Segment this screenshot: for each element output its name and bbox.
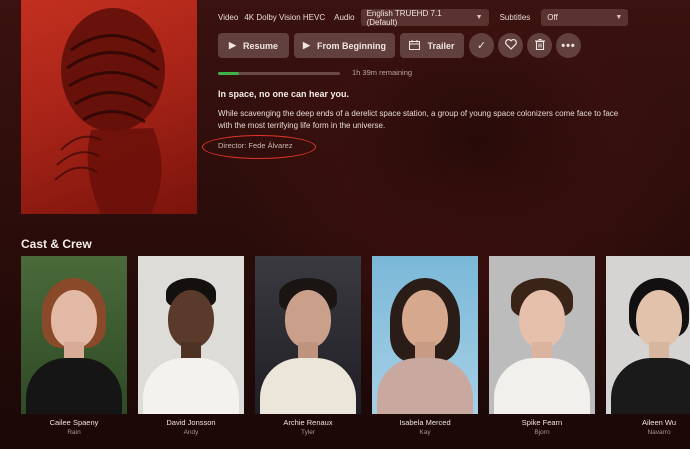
cast-card[interactable]: Cailee Spaeny Rain — [21, 256, 127, 436]
action-bar: ▶ Resume ▶ From Beginning Trailer ✓ ••• — [218, 33, 585, 58]
more-options-button[interactable]: ••• — [556, 33, 581, 58]
cast-name: Spike Fearn — [521, 418, 563, 427]
progress-fill — [218, 72, 239, 75]
cast-photo — [372, 256, 478, 414]
from-beginning-label: From Beginning — [316, 40, 386, 51]
trailer-button[interactable]: Trailer — [400, 33, 464, 58]
cast-role: Kay — [419, 429, 431, 436]
more-icon: ••• — [561, 39, 576, 52]
audio-select[interactable]: English TRUEHD 7.1 (Default) ▼ — [360, 8, 489, 27]
check-icon: ✓ — [476, 40, 487, 52]
cast-card[interactable]: Isabela Merced Kay — [372, 256, 478, 436]
chevron-down-icon: ▼ — [615, 14, 623, 21]
heart-icon — [504, 38, 517, 53]
calendar-icon — [409, 39, 421, 52]
movie-poster[interactable] — [21, 0, 197, 214]
media-info-bar: Video 4K Dolby Vision HEVC Audio English… — [218, 8, 629, 27]
cast-list: Cailee Spaeny Rain David Jonsson Andy Ar… — [21, 256, 690, 436]
cast-photo — [255, 256, 361, 414]
audio-label: Audio — [334, 13, 355, 22]
cast-photo — [21, 256, 127, 414]
progress-bar — [218, 72, 340, 75]
cast-name: David Jonsson — [166, 418, 216, 427]
trailer-label: Trailer — [427, 40, 455, 51]
restart-icon: ▶ — [303, 40, 310, 50]
subtitles-select[interactable]: Off ▼ — [541, 9, 629, 26]
cast-name: Cailee Spaeny — [49, 418, 99, 427]
tagline: In space, no one can hear you. — [218, 89, 350, 99]
favorite-button[interactable] — [498, 33, 523, 58]
cast-role: Navarro — [647, 429, 671, 436]
cast-name: Isabela Merced — [399, 418, 451, 427]
from-beginning-button[interactable]: ▶ From Beginning — [294, 33, 395, 58]
video-value: 4K Dolby Vision HEVC — [244, 13, 326, 22]
cast-card[interactable]: David Jonsson Andy — [138, 256, 244, 436]
delete-button[interactable] — [527, 33, 552, 58]
cast-role: Andy — [183, 429, 199, 436]
subtitles-select-value: Off — [547, 13, 558, 22]
summary: While scavenging the deep ends of a dere… — [218, 109, 619, 130]
remaining-time: 1h 39m remaining — [352, 68, 413, 77]
play-icon: ▶ — [229, 40, 236, 50]
subtitles-label: Subtitles — [499, 13, 531, 22]
resume-label: Resume — [242, 40, 278, 51]
mark-watched-button[interactable]: ✓ — [469, 33, 494, 58]
cast-card[interactable]: Aileen Wu Navarro — [606, 256, 690, 436]
cast-name: Aileen Wu — [641, 418, 677, 427]
resume-button[interactable]: ▶ Resume — [218, 33, 289, 58]
cast-role: Tyler — [300, 429, 316, 436]
cast-role: Bjorn — [534, 429, 550, 436]
cast-heading: Cast & Crew — [21, 237, 92, 251]
video-label: Video — [218, 13, 239, 22]
cast-card[interactable]: Spike Fearn Bjorn — [489, 256, 595, 436]
audio-select-value: English TRUEHD 7.1 (Default) — [366, 8, 442, 27]
cast-photo — [606, 256, 690, 414]
cast-card[interactable]: Archie Renaux Tyler — [255, 256, 361, 436]
trash-icon — [534, 38, 545, 53]
cast-photo — [489, 256, 595, 414]
cast-role: Rain — [67, 429, 81, 436]
cast-photo — [138, 256, 244, 414]
cast-name: Archie Renaux — [283, 418, 333, 427]
annotation-circle — [202, 135, 316, 159]
poster-art — [54, 8, 165, 214]
chevron-down-icon: ▼ — [475, 14, 483, 21]
